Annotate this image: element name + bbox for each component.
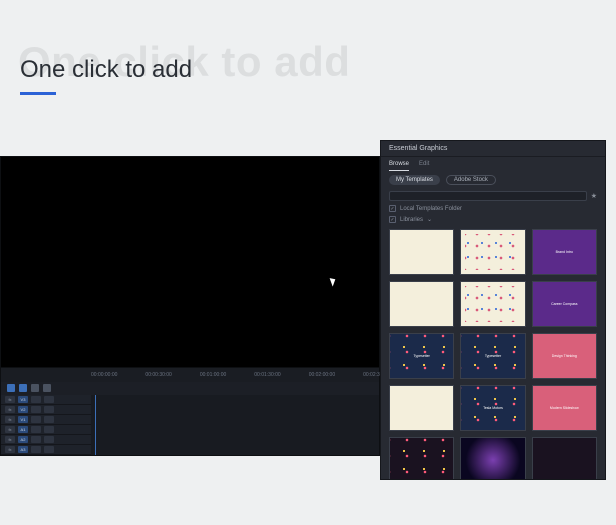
track-label[interactable]: V3 <box>18 396 28 403</box>
track-header-row[interactable]: fx V1 <box>1 415 91 425</box>
libraries-row[interactable]: ✓ Libraries ⌄ <box>381 214 605 225</box>
track-eye-toggle[interactable] <box>31 396 41 403</box>
timecode: 00:02:00:00 <box>309 372 335 378</box>
playhead-indicator[interactable] <box>95 395 96 455</box>
track-label[interactable]: V1 <box>18 416 28 423</box>
templates-grid: Brand Intro Career Compass Typesetter Ty… <box>381 225 605 479</box>
track-eye-toggle[interactable] <box>31 406 41 413</box>
track-eye-toggle[interactable] <box>31 446 41 453</box>
track-header-row[interactable]: fx A2 <box>1 435 91 445</box>
page-title: One click to add <box>20 56 192 84</box>
template-thumb[interactable]: Modern Slideshow <box>532 385 597 431</box>
tracks-area: fx V3 fx V2 fx V1 fx <box>1 395 379 455</box>
track-header-row[interactable]: fx A1 <box>1 425 91 435</box>
track-eye-toggle[interactable] <box>31 426 41 433</box>
template-thumb[interactable] <box>389 281 454 327</box>
track-label[interactable]: A3 <box>18 446 28 453</box>
essential-graphics-panel: Essential Graphics Browse Edit My Templa… <box>380 140 606 480</box>
track-fx-toggle[interactable]: fx <box>5 446 15 453</box>
track-header-row[interactable]: fx V3 <box>1 395 91 405</box>
snap-toggle-icon[interactable] <box>7 384 15 392</box>
track-lock-toggle[interactable] <box>44 416 54 423</box>
track-lock-toggle[interactable] <box>44 396 54 403</box>
filter-adobe-stock[interactable]: Adobe Stock <box>446 175 496 185</box>
track-lock-toggle[interactable] <box>44 406 54 413</box>
tab-browse[interactable]: Browse <box>389 161 409 171</box>
local-folder-row[interactable]: ✓ Local Templates Folder <box>381 203 605 214</box>
track-eye-toggle[interactable] <box>31 436 41 443</box>
template-thumb[interactable] <box>460 437 525 479</box>
local-folder-label: Local Templates Folder <box>400 206 462 212</box>
timecode: 00:01:00:00 <box>200 372 226 378</box>
track-header-row[interactable]: fx A3 <box>1 445 91 455</box>
timeline-panel: 00:00:00:00 00:00:30:00 00:01:00:00 00:0… <box>1 367 379 455</box>
settings-wrench-icon[interactable] <box>43 384 51 392</box>
template-thumb[interactable]: Career Compass <box>532 281 597 327</box>
link-toggle-icon[interactable] <box>19 384 27 392</box>
template-thumb[interactable] <box>389 229 454 275</box>
track-fx-toggle[interactable]: fx <box>5 396 15 403</box>
libraries-label: Libraries <box>400 217 423 223</box>
template-thumb[interactable] <box>460 229 525 275</box>
timeline-toolbar <box>1 382 379 396</box>
program-monitor[interactable] <box>1 157 379 367</box>
track-label[interactable]: V2 <box>18 406 28 413</box>
track-fx-toggle[interactable]: fx <box>5 426 15 433</box>
track-label[interactable]: A1 <box>18 426 28 433</box>
template-thumb[interactable] <box>389 437 454 479</box>
panel-tabs: Browse Edit <box>381 157 605 171</box>
track-lanes[interactable] <box>91 395 379 455</box>
search-row: ★ <box>381 189 605 203</box>
track-headers: fx V3 fx V2 fx V1 fx <box>1 395 91 455</box>
template-thumb[interactable]: Typesetter <box>389 333 454 379</box>
template-thumb[interactable]: Brand Intro <box>532 229 597 275</box>
track-fx-toggle[interactable]: fx <box>5 416 15 423</box>
local-folder-checkbox[interactable]: ✓ <box>389 205 396 212</box>
timecode: 00:01:30:00 <box>254 372 280 378</box>
track-eye-toggle[interactable] <box>31 416 41 423</box>
track-lock-toggle[interactable] <box>44 436 54 443</box>
template-thumb[interactable] <box>460 281 525 327</box>
timecode: 00:00:00:00 <box>91 372 117 378</box>
track-header-row[interactable]: fx V2 <box>1 405 91 415</box>
tab-edit[interactable]: Edit <box>419 161 429 171</box>
track-lock-toggle[interactable] <box>44 446 54 453</box>
favorites-star-icon[interactable]: ★ <box>591 192 597 200</box>
template-thumb[interactable]: Design Thinking <box>532 333 597 379</box>
template-thumb[interactable]: Typesetter <box>460 333 525 379</box>
template-thumb[interactable] <box>389 385 454 431</box>
track-fx-toggle[interactable]: fx <box>5 406 15 413</box>
template-thumb[interactable]: Tesla Motors <box>460 385 525 431</box>
marker-add-icon[interactable] <box>31 384 39 392</box>
chevron-down-icon[interactable]: ⌄ <box>427 216 432 223</box>
track-lock-toggle[interactable] <box>44 426 54 433</box>
mouse-cursor-icon <box>330 276 338 286</box>
title-underline <box>20 92 56 95</box>
video-editor-window: 00:00:00:00 00:00:30:00 00:01:00:00 00:0… <box>0 156 380 456</box>
timecode: 00:00:30:00 <box>145 372 171 378</box>
filter-row: My Templates Adobe Stock <box>381 171 605 189</box>
track-fx-toggle[interactable]: fx <box>5 436 15 443</box>
template-thumb[interactable] <box>532 437 597 479</box>
libraries-checkbox[interactable]: ✓ <box>389 216 396 223</box>
search-input[interactable] <box>389 191 587 201</box>
filter-my-templates[interactable]: My Templates <box>389 175 440 185</box>
panel-title: Essential Graphics <box>381 141 605 157</box>
track-label[interactable]: A2 <box>18 436 28 443</box>
time-ruler[interactable]: 00:00:00:00 00:00:30:00 00:01:00:00 00:0… <box>1 368 379 382</box>
